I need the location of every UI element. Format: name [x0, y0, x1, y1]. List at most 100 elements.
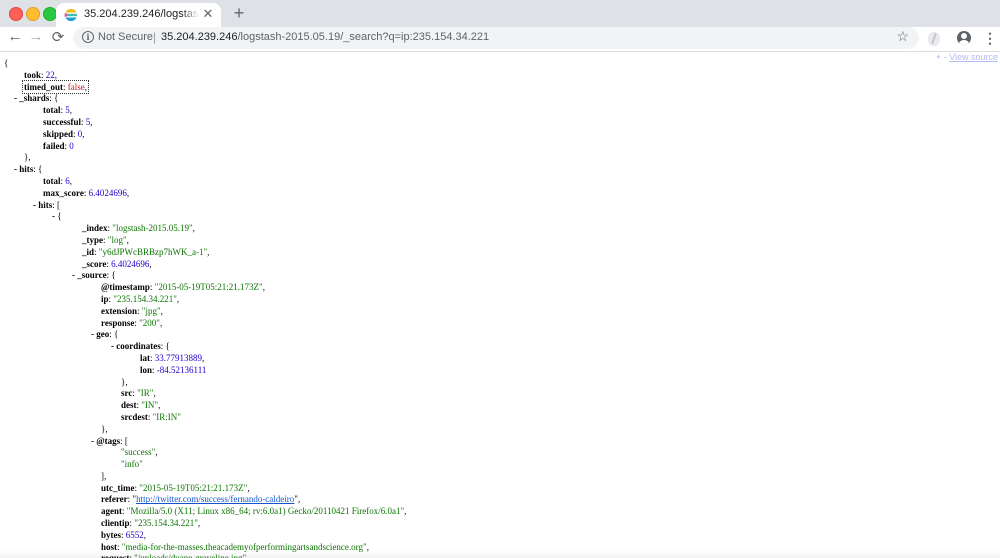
json-value: 22 [45, 69, 55, 80]
json-punctuation: , [149, 258, 152, 269]
json-line: dest: "IN", [121, 400, 161, 411]
json-key: geo [96, 329, 110, 340]
json-value: 33.77913889 [154, 352, 203, 363]
json-link[interactable]: http://twitter.com/success/fernando-cald… [136, 494, 294, 504]
json-line: agent: "Mozilla/5.0 (X11; Linux x86_64; … [101, 506, 407, 517]
json-punctuation: , [126, 234, 129, 245]
json-value: "Mozilla/5.0 (X11; Linux x86_64; rv:6.0a… [126, 506, 405, 517]
reload-button[interactable]: ⟳ [49, 28, 67, 46]
json-line: }, [4, 424, 406, 436]
url-separator: | [153, 30, 157, 44]
json-punctuation: }, [121, 376, 128, 387]
json-value: "y6dJPWcBRBzp7hWK_a-1" [98, 246, 208, 257]
json-key: coordinates [116, 341, 161, 352]
json-punctuation: , [262, 282, 265, 293]
json-line: - _shards: { [14, 93, 59, 104]
browser-menu-icon[interactable]: ⋮ [983, 30, 997, 47]
json-value: "2015-05-19T05:21:21.173Z" [154, 282, 263, 293]
security-label[interactable]: Not Secure [98, 31, 153, 43]
json-value: 6552 [125, 529, 144, 540]
json-key: skipped [43, 128, 74, 139]
back-button[interactable]: ← [6, 28, 24, 45]
json-line: skipped: 0, [43, 128, 85, 139]
browser-tab-active[interactable]: 35.204.239.246/logstash-2015.05.19/_sear… [56, 3, 221, 27]
json-value: -84.52136111 [156, 364, 207, 375]
json-key: successful [43, 116, 81, 127]
info-icon[interactable]: i [82, 31, 94, 43]
json-punctuation: , [160, 305, 163, 316]
json-punctuation: , [69, 175, 73, 186]
json-line: - coordinates: { [111, 341, 170, 352]
json-line: src: "IR", [121, 388, 156, 399]
json-key: clientip [101, 518, 130, 529]
elastic-logo-icon [64, 8, 78, 22]
json-line: }, [4, 377, 406, 389]
view-source-link[interactable]: View source [949, 52, 998, 62]
extension-icon[interactable] [928, 32, 940, 46]
json-value: "IR:IN" [152, 411, 181, 422]
json-line: utc_time: "2015-05-19T05:21:21.173Z", [101, 482, 250, 493]
json-line: "success", [4, 447, 406, 459]
browser-toolbar: ← → ⟳ i Not Secure | 35.204.239.246/logs… [0, 27, 1000, 52]
json-line: - geo: { [91, 329, 119, 340]
json-line: extension: "jpg", [101, 305, 163, 316]
json-line: - hits: { [14, 164, 43, 175]
json-key: ip [101, 293, 109, 304]
json-line: }, [4, 152, 406, 164]
json-line: ip: "235.154.34.221", [101, 293, 180, 304]
new-tab-button[interactable]: + [230, 3, 248, 24]
json-punctuation: , [404, 506, 407, 517]
view-source-controls: + - View source [936, 52, 998, 62]
json-punctuation: { [38, 164, 43, 175]
json-key: _source [77, 270, 107, 281]
json-key: lat [140, 352, 150, 363]
json-line: @timestamp: "2015-05-19T05:21:21.173Z", [101, 282, 265, 293]
json-value: "235.154.34.221" [113, 293, 177, 304]
json-key: response [101, 317, 135, 328]
tab-strip: 35.204.239.246/logstash-2015.05.19/_sear… [0, 0, 1000, 27]
json-key: max_score [43, 187, 84, 198]
json-punctuation: , [153, 388, 156, 399]
json-key: _id [82, 246, 95, 257]
json-line: lon: -84.52136111 [140, 364, 207, 375]
json-punctuation: , [84, 81, 88, 92]
json-punctuation: { [111, 270, 116, 281]
json-line: - @tags: [ [91, 435, 128, 446]
json-punctuation: , [197, 518, 201, 529]
json-content: {took: 22, timed_out: false, - _shards: {t… [4, 58, 406, 558]
json-line: timed_out: false, [21, 79, 90, 94]
json-value: "IN" [141, 400, 159, 411]
profile-avatar-icon[interactable] [957, 31, 971, 45]
json-punctuation: }, [101, 423, 108, 434]
json-line: successful: 5, [43, 116, 93, 127]
json-punctuation: , [69, 105, 73, 116]
minimize-window-button[interactable] [26, 7, 40, 21]
json-key: total [43, 175, 61, 186]
close-window-button[interactable] [9, 7, 23, 21]
json-punctuation: , [297, 494, 301, 505]
json-value: "235.154.34.221" [134, 518, 198, 529]
address-bar[interactable]: i Not Secure | 35.204.239.246/logstash-2… [73, 27, 919, 49]
json-line: _type: "log", [82, 234, 129, 245]
json-key: utc_time [101, 482, 135, 493]
json-value: "2015-05-19T05:21:21.173Z" [139, 482, 248, 493]
expand-collapse-all[interactable]: + - [936, 52, 947, 62]
json-line: clientip: "235.154.34.221", [101, 518, 201, 529]
bookmark-star-icon[interactable]: ☆ [896, 28, 909, 45]
forward-button[interactable]: → [27, 28, 45, 45]
tab-close-icon[interactable]: ✕ [201, 6, 215, 22]
json-punctuation: , [155, 447, 158, 458]
json-line: - { [4, 211, 406, 223]
json-line: total: 5, [43, 105, 73, 116]
json-key: _type [82, 234, 103, 245]
json-key: total [43, 105, 61, 116]
url-text[interactable]: 35.204.239.246/logstash-2015.05.19/_sear… [161, 31, 489, 43]
json-punctuation: , [82, 128, 85, 139]
json-value: 6.4024696 [88, 187, 127, 198]
json-key: _index [82, 223, 108, 234]
json-key: hits [19, 164, 34, 175]
json-key: failed [43, 140, 65, 151]
maximize-window-button[interactable] [43, 7, 57, 21]
json-line: lat: 33.77913889, [140, 352, 205, 363]
json-value: "log" [107, 234, 127, 245]
